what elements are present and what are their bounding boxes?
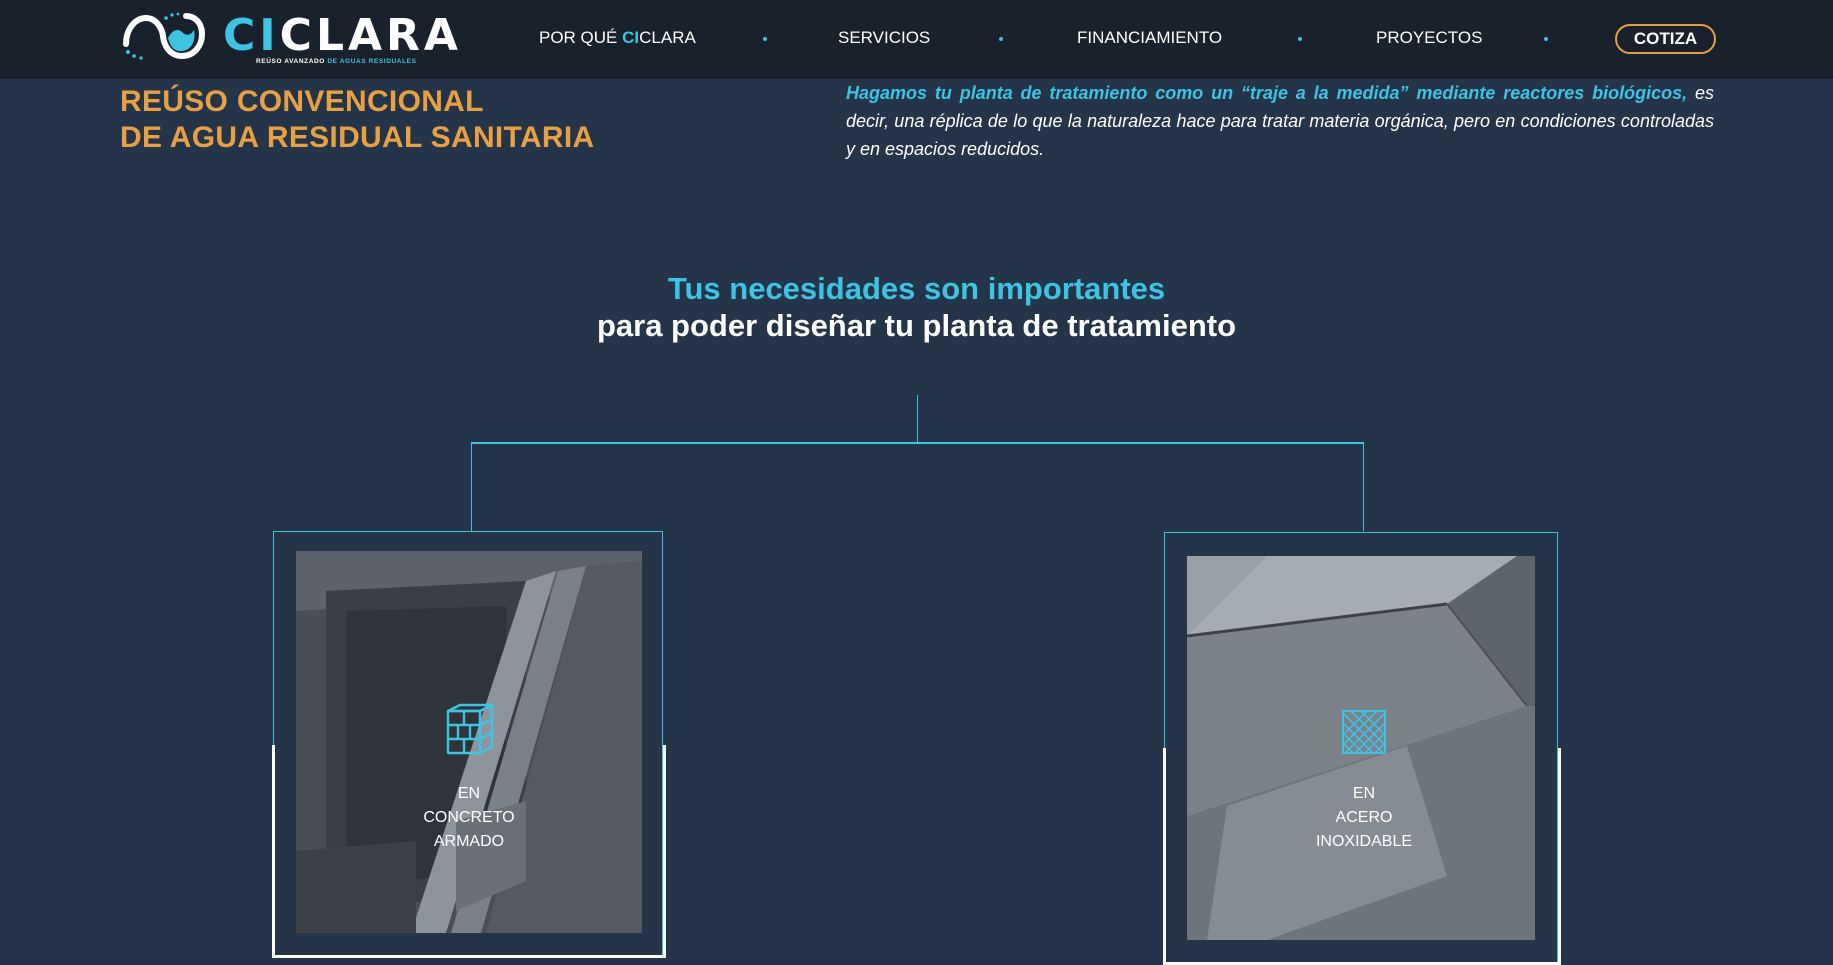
- section-title: REÚSO CONVENCIONAL DE AGUA RESIDUAL SANI…: [120, 85, 595, 154]
- nav-separator-dot: [999, 37, 1003, 41]
- cotiza-button[interactable]: COTIZA: [1615, 24, 1716, 54]
- connector-horizontal: [471, 442, 1364, 444]
- top-navbar: CICLARA REÚSO AVANZADO DE AGUAS RESIDUAL…: [0, 0, 1833, 79]
- connector-vertical-center: [917, 395, 918, 442]
- nav-item-financiamiento[interactable]: FINANCIAMIENTO: [1077, 28, 1222, 48]
- waves-logo-icon: [123, 12, 206, 60]
- connector-vertical-left: [471, 442, 472, 531]
- nav-separator-dot: [1298, 37, 1302, 41]
- card-concreto-armado[interactable]: EN CONCRETO ARMADO: [296, 551, 642, 933]
- nav-item-por-que-ciclara[interactable]: POR QUÉ CICLARA: [539, 28, 696, 48]
- brand-wordmark: CICLARA: [223, 10, 462, 61]
- connector-vertical-right: [1363, 442, 1364, 531]
- brick-cube-icon: [446, 703, 494, 755]
- brand-tagline: REÚSO AVANZADO DE AGUAS RESIDUALES: [256, 58, 417, 65]
- card-label-concreto: EN CONCRETO ARMADO: [423, 785, 515, 850]
- card-acero-inoxidable[interactable]: EN ACERO INOXIDABLE: [1187, 556, 1535, 940]
- steel-mesh-icon: [1342, 710, 1386, 754]
- brand-logo[interactable]: CICLARA REÚSO AVANZADO DE AGUAS RESIDUAL…: [120, 10, 458, 68]
- nav-item-proyectos[interactable]: PROYECTOS: [1376, 28, 1482, 48]
- nav-item-servicios[interactable]: SERVICIOS: [838, 28, 930, 48]
- nav-separator-dot: [763, 37, 767, 41]
- intro-paragraph: Hagamos tu planta de tratamiento como un…: [846, 83, 1714, 159]
- nav-separator-dot: [1544, 37, 1548, 41]
- needs-heading: Tus necesidades son importantes para pod…: [596, 271, 1237, 343]
- card-label-acero: EN ACERO INOXIDABLE: [1315, 785, 1413, 850]
